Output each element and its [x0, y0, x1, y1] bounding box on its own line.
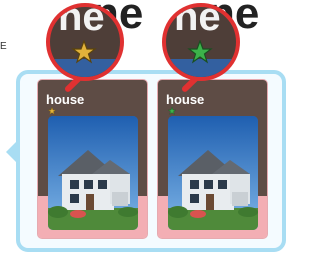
star-icon: [168, 107, 176, 115]
star-icon: [187, 40, 213, 64]
zoom-callout-gold-star: ne: [46, 3, 124, 81]
side-text: E: [0, 41, 8, 52]
star-icon: [71, 40, 97, 64]
card-title: house: [166, 92, 205, 107]
zoom-callout-green-star: ne: [162, 3, 240, 81]
house-card-gold[interactable]: house: [38, 80, 147, 238]
card-title: house: [46, 92, 85, 107]
house-card-green[interactable]: house: [158, 80, 267, 238]
zoom-title-fragment: ne: [174, 3, 221, 39]
house-image: [168, 116, 258, 230]
zoom-title-fragment: ne: [58, 3, 105, 39]
star-icon: [48, 107, 56, 115]
house-image: [48, 116, 138, 230]
